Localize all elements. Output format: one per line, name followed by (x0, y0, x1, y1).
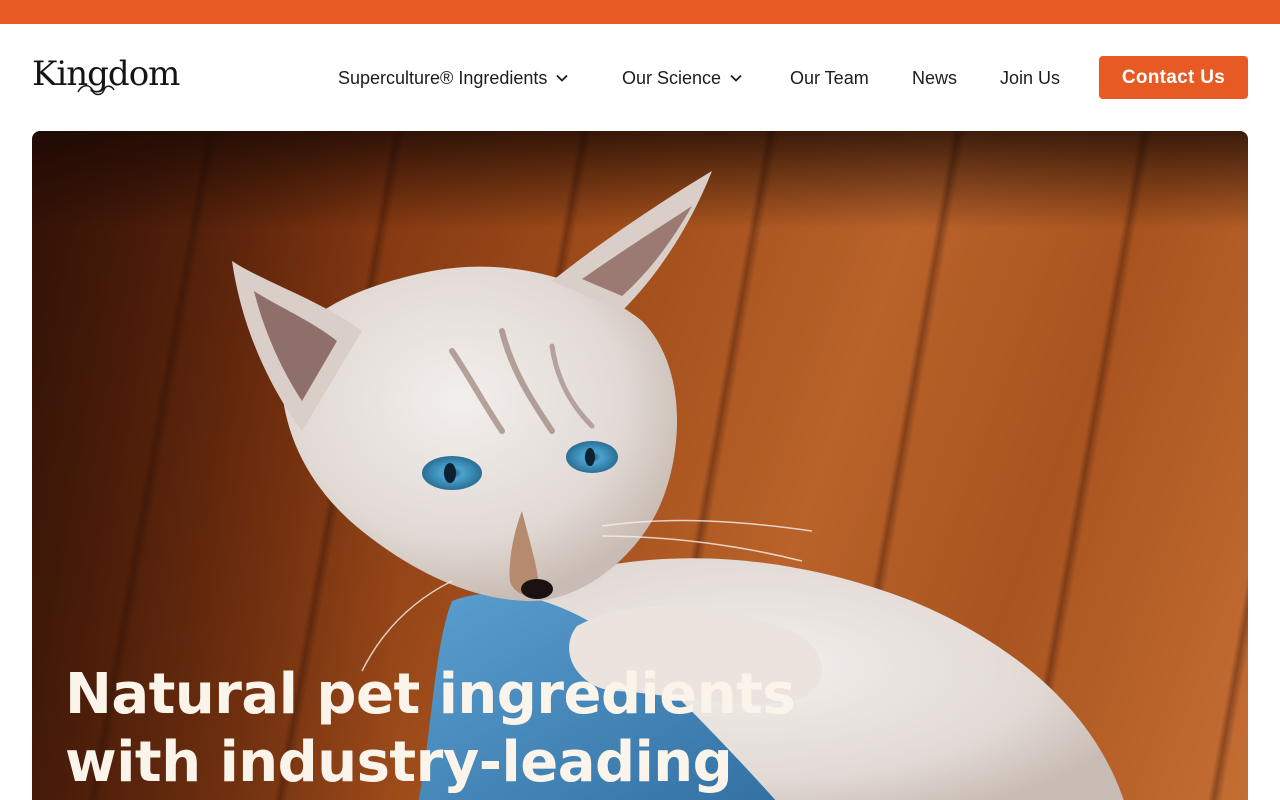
nav-item-news[interactable]: News (912, 66, 957, 90)
chevron-down-icon (556, 74, 569, 82)
logo-swirl-icon (77, 85, 115, 96)
nav-item-superculture-ingredients[interactable]: Superculture® Ingredients (338, 66, 569, 90)
hero-headline: Natural pet ingredients with industry-le… (65, 661, 825, 797)
site-header: Kingdom Superculture® Ingredients Our Sc… (0, 24, 1280, 131)
nav-item-label: News (912, 68, 958, 88)
contact-us-button[interactable]: Contact Us (1099, 56, 1248, 99)
nav-item-label: Our Team (790, 68, 869, 88)
nav-item-our-team[interactable]: Our Team (790, 66, 869, 90)
nav-item-label: Join Us (1000, 68, 1061, 88)
nav-item-label: Superculture® Ingredients (338, 68, 548, 88)
nav-item-label: Our Science (622, 68, 722, 88)
nav-item-our-science[interactable]: Our Science (622, 66, 742, 90)
chevron-down-icon (730, 74, 742, 82)
announcement-bar (0, 0, 1280, 24)
logo[interactable]: Kingdom (32, 54, 180, 100)
hero-headline-line: Natural pet ingredients (65, 662, 796, 727)
hero-banner: Natural pet ingredients with industry-le… (32, 131, 1248, 800)
hero-headline-line: with industry-leading (65, 730, 733, 795)
nav-item-join-us[interactable]: Join Us (1000, 66, 1060, 90)
